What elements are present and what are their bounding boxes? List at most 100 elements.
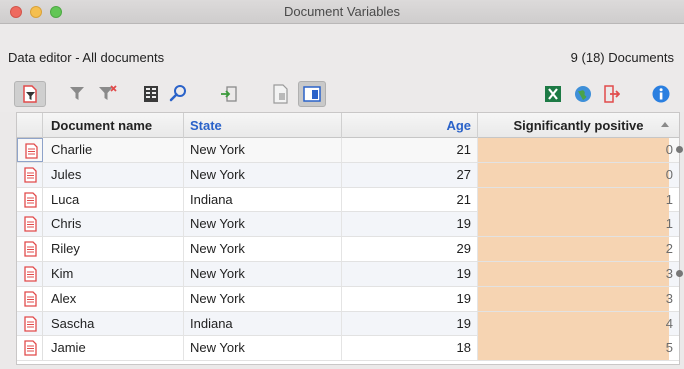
excel-export-button[interactable] [542,81,564,107]
significantly-positive-cell[interactable]: 0 [478,162,679,187]
age-cell[interactable]: 19 [342,261,478,286]
document-icon-cell[interactable] [17,261,43,286]
document-icon-cell[interactable] [17,138,43,162]
columns-button[interactable] [140,81,162,107]
header-icon-column[interactable] [17,113,43,138]
document-icon-cell[interactable] [17,187,43,212]
document-name-cell[interactable]: Riley [43,237,184,262]
document-icon-cell[interactable] [17,237,43,262]
age-cell[interactable]: 19 [342,286,478,311]
column-header-age[interactable]: Age [342,113,478,138]
state-cell[interactable]: New York [184,212,342,237]
document-icon [24,291,37,307]
significantly-positive-cell[interactable]: 2 [478,237,679,262]
title-bar[interactable]: Document Variables [0,0,684,24]
table-row[interactable]: Jules New York 27 0 [17,162,679,188]
column-header-state[interactable]: State [184,113,342,138]
info-bar: Data editor - All documents 9 (18) Docum… [0,24,684,76]
significantly-positive-cell[interactable]: 1 [478,187,679,212]
document-icon-cell[interactable] [17,286,43,311]
sig-value: 1 [665,191,673,207]
doc-view-icon [273,84,288,104]
search-button[interactable] [166,81,190,107]
significantly-positive-cell[interactable]: 3 [478,261,683,286]
state-cell[interactable]: New York [184,138,342,162]
significantly-positive-cell[interactable]: 3 [478,286,679,311]
document-icon [24,216,37,233]
significantly-positive-cell[interactable]: 5 [478,336,679,361]
document-icon [24,266,37,282]
document-icon-cell[interactable] [17,162,43,187]
age-cell[interactable]: 19 [342,212,478,237]
web-export-button[interactable] [572,81,594,107]
significantly-positive-cell[interactable]: 1 [478,212,679,237]
table-row[interactable]: Riley New York 29 2 [17,237,679,262]
age-cell[interactable]: 21 [342,138,478,162]
toolbar [0,76,684,112]
doc-filter-icon [23,85,37,103]
info-button[interactable] [650,81,672,107]
marker-dot-icon [676,146,683,153]
import-icon [221,86,237,102]
state-cell[interactable]: New York [184,261,342,286]
doc-filter-button[interactable] [14,81,46,107]
document-name-cell[interactable]: Chris [43,212,184,237]
state-cell[interactable]: Indiana [184,311,342,336]
table-row[interactable]: Luca Indiana 21 1 [17,187,679,213]
column-header-sig-label: Significantly positive [513,118,644,133]
document-name-cell[interactable]: Kim [43,261,184,286]
variables-table: Document name State Age Significantly po… [16,112,683,365]
document-name-cell[interactable]: Jamie [43,336,184,361]
sig-value: 2 [665,241,673,257]
table-row[interactable]: Sascha Indiana 19 4 [17,311,679,337]
state-cell[interactable]: New York [184,336,342,361]
sig-value: 3 [665,265,673,281]
document-icon-cell[interactable] [17,311,43,336]
state-cell[interactable]: Indiana [184,187,342,212]
document-icon-cell[interactable] [17,336,43,361]
significantly-positive-cell[interactable]: 0 [478,138,683,162]
document-icon [25,143,38,159]
document-variables-window: Document Variables Data editor - All doc… [0,0,684,369]
clear-filter-icon [99,85,117,100]
table-row[interactable]: Kim New York 19 3 [17,261,683,287]
import-button[interactable] [218,81,240,107]
document-name-cell[interactable]: Luca [43,187,184,212]
column-header-significantly-positive[interactable]: Significantly positive [478,113,679,138]
age-cell[interactable]: 29 [342,237,478,262]
export-button[interactable] [600,81,622,107]
document-icon [24,315,37,332]
age-cell[interactable]: 19 [342,311,478,336]
table-row[interactable]: Charlie New York 21 0 [17,138,683,163]
table-row[interactable]: Alex New York 19 3 [17,286,679,312]
document-name-cell[interactable]: Charlie [43,138,184,162]
document-name-cell[interactable]: Alex [43,286,184,311]
state-cell[interactable]: New York [184,162,342,187]
table-row[interactable]: Jamie New York 18 5 [17,336,679,362]
sig-value: 1 [665,216,673,232]
state-cell[interactable]: New York [184,237,342,262]
export-icon [604,85,620,103]
column-header-document-name[interactable]: Document name [43,113,184,138]
sig-value: 4 [665,315,673,331]
search-icon [169,85,186,102]
age-cell[interactable]: 27 [342,162,478,187]
document-name-cell[interactable]: Jules [43,162,184,187]
table-row[interactable]: Chris New York 19 1 [17,212,679,238]
age-cell[interactable]: 21 [342,187,478,212]
doc-view-button[interactable] [270,81,292,107]
panel-toggle-button[interactable] [298,81,326,107]
document-count: 9 (18) Documents [570,50,674,65]
significantly-positive-cell[interactable]: 4 [478,311,679,336]
state-cell[interactable]: New York [184,286,342,311]
clear-filter-button[interactable] [96,81,120,107]
document-icon [24,167,37,183]
filter-button[interactable] [66,81,88,107]
age-cell[interactable]: 18 [342,336,478,361]
sig-value: 0 [665,142,673,157]
sig-value: 0 [665,166,673,182]
document-icon [24,241,37,257]
editor-subtitle: Data editor - All documents [8,50,165,65]
document-icon-cell[interactable] [17,212,43,237]
document-name-cell[interactable]: Sascha [43,311,184,336]
